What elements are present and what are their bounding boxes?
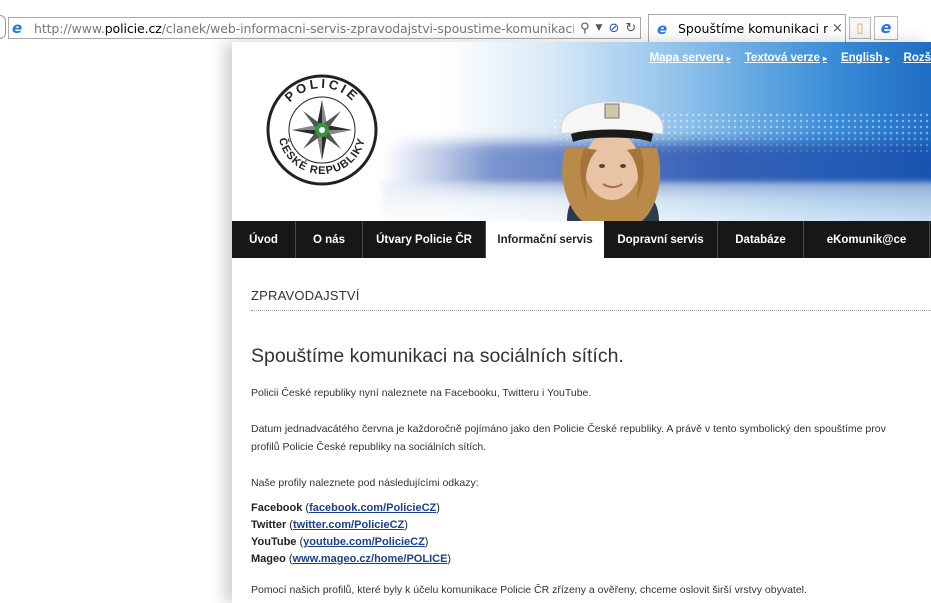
page-header: Mapa serveru ▸ Textová verze ▸ English ▸ Ro…: [232, 42, 931, 221]
toplink-sitemap[interactable]: Mapa serveru ▸: [650, 52, 731, 64]
twitter-link[interactable]: twitter.com/PolicieCZ: [293, 519, 404, 531]
divider: [251, 310, 931, 311]
link-label: Facebook: [251, 502, 303, 514]
list-item: Mageo (www.mageo.cz/home/POLICE): [251, 553, 452, 565]
browser-chrome: e http://www.policie.cz/clanek/web-infor…: [0, 0, 931, 42]
youtube-link[interactable]: youtube.com/PolicieCZ: [303, 536, 425, 548]
tab-ie-icon: e: [657, 19, 668, 38]
stop-icon[interactable]: ⊘: [608, 21, 619, 36]
top-links: Mapa serveru ▸ Textová verze ▸ English ▸ Ro…: [650, 52, 931, 64]
main-nav: Úvod O nás Útvary Policie ČR Informační …: [232, 221, 931, 258]
list-item: Facebook (facebook.com/PolicieCZ): [251, 502, 440, 514]
officer-photo: [560, 101, 664, 221]
section-title: ZPRAVODAJSTVÍ: [251, 288, 360, 303]
refresh-icon[interactable]: ↻: [625, 21, 636, 36]
toplink-english[interactable]: English ▸: [841, 52, 890, 64]
tab-close-icon[interactable]: ×: [832, 21, 843, 36]
list-item: Twitter (twitter.com/PolicieCZ): [251, 519, 408, 531]
search-icon[interactable]: ⚲: [580, 21, 590, 36]
mageo-link[interactable]: www.mageo.cz/home/POLICE: [293, 553, 448, 565]
paragraph-profiles: Naše profily naleznete pod následujícími…: [251, 477, 479, 489]
facebook-link[interactable]: facebook.com/PolicieCZ: [309, 502, 436, 514]
article-headline: Spouštíme komunikaci na sociálních sítíc…: [251, 345, 624, 367]
link-label: Twitter: [251, 519, 287, 531]
profile-links: Facebook (facebook.com/PolicieCZ) Twitte…: [251, 500, 451, 568]
address-bar[interactable]: e http://www.policie.cz/clanek/web-infor…: [8, 17, 641, 39]
nav-item-utvary[interactable]: Útvary Policie ČR: [363, 221, 486, 258]
toplink-text-version[interactable]: Textová verze ▸: [745, 52, 827, 64]
nav-item-o-nas[interactable]: O nás: [296, 221, 363, 258]
page: Mapa serveru ▸ Textová verze ▸ English ▸ Ro…: [232, 42, 931, 603]
url-text[interactable]: http://www.policie.cz/clanek/web-informa…: [34, 21, 574, 36]
ie-page-icon: e: [12, 19, 23, 37]
ie-home-button[interactable]: e: [874, 16, 898, 40]
tab-title: Spouštíme komunikaci na s...: [678, 21, 828, 36]
nav-item-informacni-servis[interactable]: Informační servis: [486, 221, 604, 258]
nav-item-dopravni-servis[interactable]: Dopravní servis: [604, 221, 718, 258]
link-label: YouTube: [251, 536, 297, 548]
police-logo[interactable]: POLICIE ČESKÉ REPUBLIKY: [266, 74, 378, 186]
nav-item-uvod[interactable]: Úvod: [232, 221, 296, 258]
list-item: YouTube (youtube.com/PolicieCZ): [251, 536, 429, 548]
toplink-extended[interactable]: Rozš: [904, 52, 931, 64]
new-tab-button[interactable]: ▯: [849, 17, 871, 39]
paragraph-intro: Policii České republiky nyní naleznete n…: [251, 387, 592, 399]
paragraph-date-line2: profilů Policie České republiky na sociá…: [251, 441, 487, 453]
paragraph-closing: Pomocí našich profilů, které byly k účel…: [251, 584, 807, 596]
nav-item-ekomunikace[interactable]: eKomunik@ce: [804, 221, 930, 258]
dropdown-icon[interactable]: ▼: [596, 21, 603, 36]
nav-item-databaze[interactable]: Databáze: [718, 221, 804, 258]
paragraph-date-line1: Datum jednadvacátého června je každoročn…: [251, 423, 886, 435]
link-label: Mageo: [251, 553, 286, 565]
browser-tab[interactable]: e Spouštíme komunikaci na s... ×: [648, 14, 846, 42]
back-button[interactable]: [0, 15, 6, 39]
